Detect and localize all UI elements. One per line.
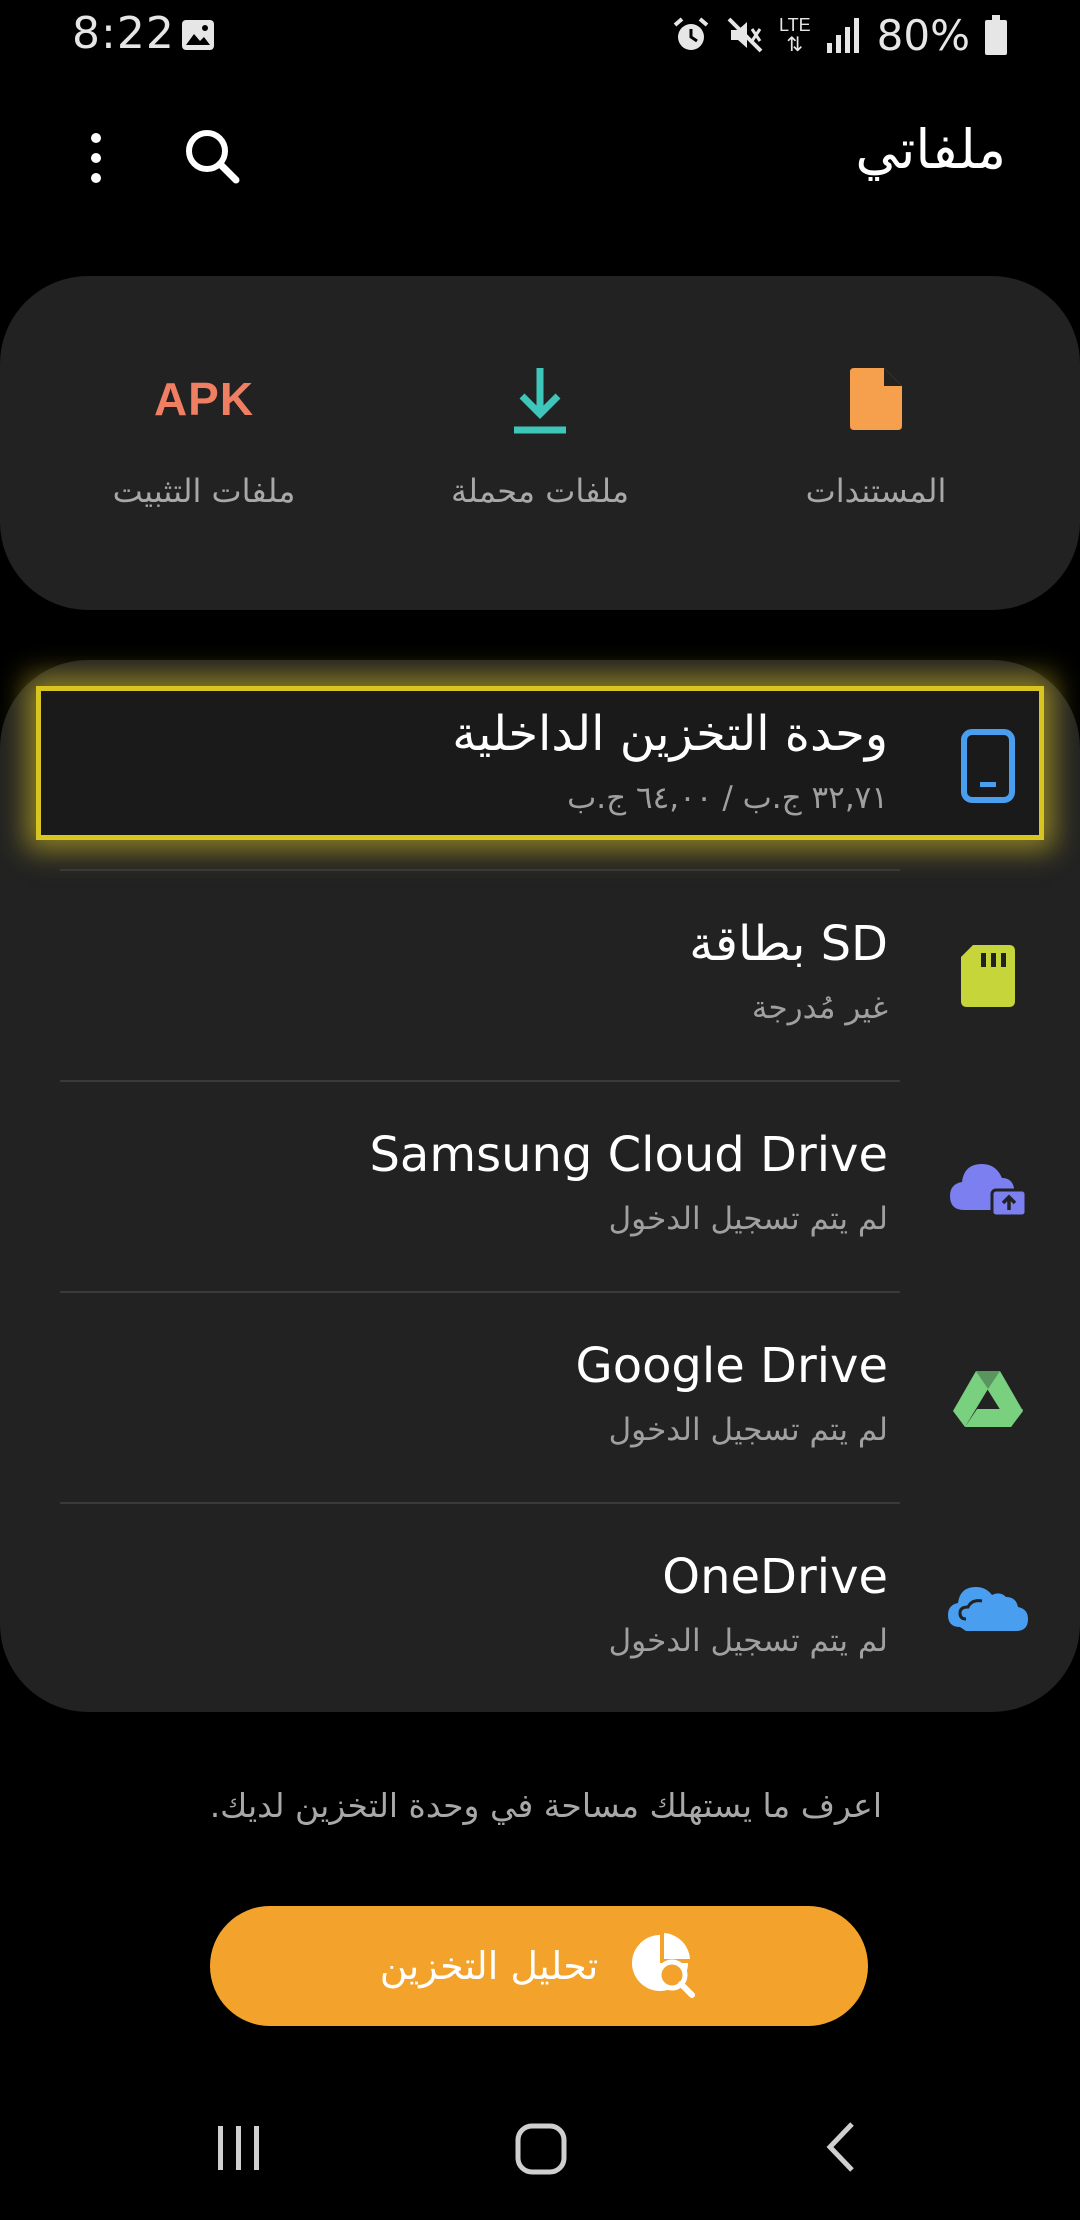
category-installation-files[interactable]: APK ملفات التثبيت <box>54 352 354 532</box>
category-label: المستندات <box>805 472 947 510</box>
analyze-storage-label: تحليل التخزين <box>379 1944 599 1988</box>
more-options-icon[interactable] <box>78 130 114 186</box>
storage-hint-text: اعرف ما يستهلك مساحة في وحدة التخزين لدي… <box>209 1786 882 1825</box>
storage-row-internal[interactable]: وحدة التخزين الداخلية ٣٢,٧١ ج.ب / ٦٤,٠٠ … <box>0 660 1080 870</box>
storage-subtitle: غير مُدرجة <box>751 990 888 1026</box>
status-bar: 8:22 LTE ⇅ 80% <box>0 0 1080 72</box>
category-label: ملفات التثبيت <box>112 472 296 510</box>
storage-title: Google Drive <box>575 1338 889 1394</box>
storage-subtitle: لم يتم تسجيل الدخول <box>608 1201 888 1237</box>
storage-row-samsung-cloud[interactable]: Samsung Cloud Drive لم يتم تسجيل الدخول <box>0 1081 1080 1291</box>
status-icons: LTE ⇅ 80% <box>671 10 1008 60</box>
analyze-storage-button[interactable]: تحليل التخزين <box>210 1906 868 2026</box>
storage-analysis-icon <box>632 1933 696 1998</box>
lte-icon: LTE ⇅ <box>778 15 811 56</box>
battery-percent: 80% <box>876 10 970 60</box>
storage-subtitle: لم يتم تسجيل الدخول <box>608 1623 888 1659</box>
back-icon[interactable] <box>820 2118 864 2176</box>
storage-row-sd-card[interactable]: بطاقة SD غير مُدرجة <box>0 870 1080 1080</box>
category-downloads[interactable]: ملفات محملة <box>390 352 690 532</box>
samsung-cloud-icon <box>940 1139 1036 1235</box>
storage-title: OneDrive <box>662 1549 888 1605</box>
gallery-icon <box>182 20 214 50</box>
category-label: ملفات محملة <box>450 472 629 510</box>
category-documents[interactable]: المستندات <box>726 352 1026 532</box>
search-icon[interactable] <box>180 124 244 188</box>
document-icon <box>850 368 902 430</box>
alarm-icon <box>673 17 709 50</box>
storage-title: وحدة التخزين الداخلية <box>452 706 888 762</box>
battery-icon <box>985 15 1007 55</box>
apk-icon: APK <box>153 373 255 425</box>
signal-icon <box>826 18 859 53</box>
storage-subtitle: لم يتم تسجيل الدخول <box>608 1412 888 1448</box>
onedrive-icon <box>940 1561 1036 1657</box>
google-drive-icon <box>940 1350 1036 1446</box>
home-icon[interactable] <box>514 2122 568 2176</box>
storage-row-onedrive[interactable]: OneDrive لم يتم تسجيل الدخول <box>0 1503 1080 1713</box>
storage-row-google-drive[interactable]: Google Drive لم يتم تسجيل الدخول <box>0 1292 1080 1502</box>
storage-title: Samsung Cloud Drive <box>369 1127 888 1183</box>
storage-subtitle: ٣٢,٧١ ج.ب / ٦٤,٠٠ ج.ب <box>567 780 888 816</box>
status-time: 8:22 <box>72 8 175 59</box>
recent-apps-icon[interactable] <box>214 2122 264 2174</box>
sd-card-icon <box>940 928 1036 1024</box>
download-icon <box>514 368 566 434</box>
storage-title: بطاقة SD <box>689 916 888 972</box>
phone-storage-icon <box>940 718 1036 814</box>
mute-icon <box>727 17 763 53</box>
page-title: ملفاتي <box>855 118 1006 181</box>
